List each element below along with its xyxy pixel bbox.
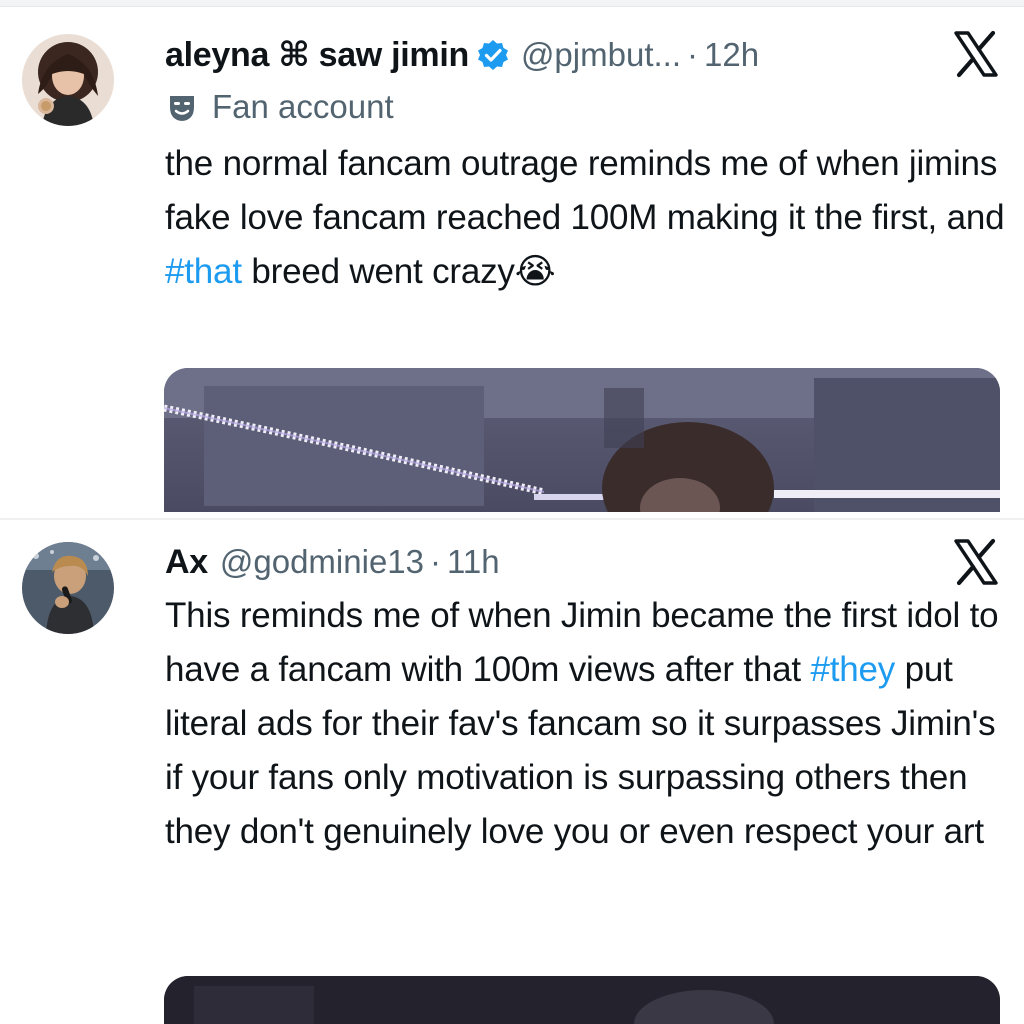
tweet-header: aleyna ⌘ saw jimin @pjmbut... · 12h <box>165 26 904 84</box>
author-avatar[interactable] <box>22 542 114 634</box>
author-handle[interactable]: @godminie13 <box>220 543 424 581</box>
theater-mask-icon <box>166 91 198 123</box>
hashtag-link[interactable]: #that <box>165 252 242 291</box>
tweet-text: This reminds me of when Jimin became the… <box>165 589 1005 859</box>
tweet-text-part: the normal fancam outrage reminds me of … <box>165 144 1005 237</box>
x-logo-icon[interactable] <box>952 30 1000 78</box>
separator: · <box>430 543 441 580</box>
author-name[interactable]: Ax <box>165 543 208 582</box>
author-name[interactable]: aleyna ⌘ saw jimin <box>165 35 469 75</box>
author-avatar[interactable] <box>22 34 114 126</box>
crying-emoji: 😭 <box>514 252 556 291</box>
timestamp[interactable]: 11h <box>447 543 500 581</box>
tweet-header: Ax @godminie13 · 11h <box>165 536 904 588</box>
tweet-media-image[interactable] <box>164 976 1000 1024</box>
tweet-text-part: breed went crazy <box>241 252 515 291</box>
author-handle[interactable]: @pjmbut... <box>521 36 681 74</box>
verified-badge-icon <box>477 39 509 71</box>
x-logo-icon[interactable] <box>952 538 1000 586</box>
tweet-media-image[interactable] <box>164 368 1000 512</box>
tweet-2[interactable]: Ax @godminie13 · 11h This reminds me of … <box>0 518 1024 1024</box>
hashtag-link[interactable]: #they <box>810 650 895 689</box>
tweet-text: the normal fancam outrage reminds me of … <box>165 137 1005 299</box>
fan-account-label: Fan account <box>166 88 394 126</box>
fan-account-text: Fan account <box>212 88 394 125</box>
separator: · <box>687 36 698 73</box>
timestamp[interactable]: 12h <box>704 36 759 74</box>
tweet-1[interactable]: aleyna ⌘ saw jimin @pjmbut... · 12h Fan … <box>0 0 1024 518</box>
